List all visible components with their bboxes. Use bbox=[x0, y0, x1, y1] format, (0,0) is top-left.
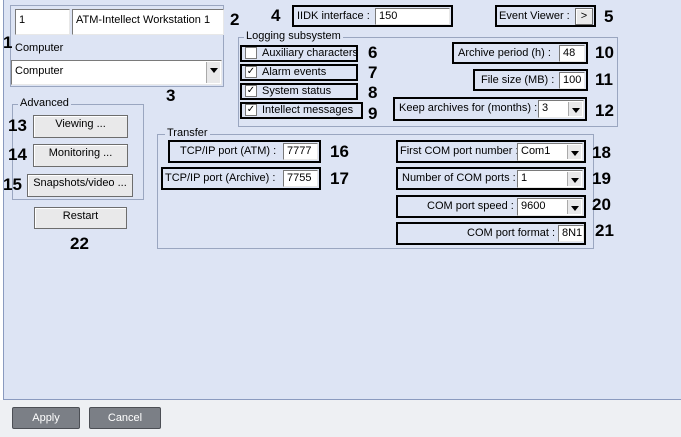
callout-17: 17 bbox=[330, 169, 349, 188]
chevron-down-icon[interactable] bbox=[567, 172, 581, 186]
auxiliary-label: Auxiliary characters bbox=[262, 47, 358, 59]
keep-archives-value: 3 bbox=[542, 102, 549, 114]
chevron-down-icon[interactable] bbox=[567, 145, 581, 159]
cancel-button[interactable]: Cancel bbox=[89, 407, 161, 429]
file-size-input[interactable]: 100 bbox=[559, 72, 585, 89]
callout-10: 10 bbox=[595, 43, 614, 62]
callout-20: 20 bbox=[592, 195, 611, 214]
restart-button[interactable]: Restart bbox=[34, 207, 127, 229]
num-com-value: 1 bbox=[521, 172, 528, 184]
logging-title: Logging subsystem bbox=[244, 30, 343, 42]
callout-3: 3 bbox=[166, 86, 176, 105]
callout-6: 6 bbox=[368, 43, 378, 62]
keep-archives-label: Keep archives for (months) : bbox=[399, 102, 538, 114]
com-format-label: COM port format : bbox=[467, 227, 556, 239]
callout-12: 12 bbox=[595, 101, 614, 120]
num-com-label: Number of COM ports : bbox=[402, 172, 516, 184]
callout-4: 4 bbox=[271, 6, 281, 25]
event-viewer-label: Event Viewer : bbox=[499, 10, 570, 22]
computer-label: Computer bbox=[15, 42, 64, 54]
callout-19: 19 bbox=[592, 169, 611, 188]
event-viewer-button[interactable]: > bbox=[575, 8, 593, 25]
archive-period-label: Archive period (h) : bbox=[458, 47, 551, 59]
callout-13: 13 bbox=[8, 116, 27, 135]
first-com-select[interactable]: Com1 bbox=[517, 143, 583, 161]
iidk-label: IIDK interface : bbox=[297, 10, 370, 22]
tcp-archive-label: TCP/IP port (Archive) : bbox=[165, 172, 276, 184]
first-com-label: First COM port number : bbox=[400, 145, 519, 157]
intellect-label: Intellect messages bbox=[262, 104, 354, 116]
viewing-button[interactable]: Viewing ... bbox=[33, 115, 128, 138]
callout-18: 18 bbox=[592, 143, 611, 162]
snapshots-button[interactable]: Snapshots/video ... bbox=[27, 174, 133, 197]
keep-archives-select[interactable]: 3 bbox=[538, 100, 584, 118]
tcp-archive-input[interactable]: 7755 bbox=[283, 170, 318, 187]
computer-select-value: Computer bbox=[15, 65, 64, 77]
callout-7: 7 bbox=[368, 63, 378, 82]
tcp-atm-label: TCP/IP port (ATM) : bbox=[180, 145, 277, 157]
callout-14: 14 bbox=[8, 145, 27, 164]
system-checkbox[interactable]: ✓ bbox=[245, 85, 257, 97]
callout-9: 9 bbox=[368, 104, 378, 123]
callout-22: 22 bbox=[70, 234, 89, 253]
chevron-down-icon[interactable] bbox=[568, 102, 582, 116]
alarm-checkbox[interactable]: ✓ bbox=[245, 66, 257, 78]
callout-21: 21 bbox=[595, 221, 614, 240]
apply-button[interactable]: Apply bbox=[12, 407, 80, 429]
alarm-label: Alarm events bbox=[262, 66, 327, 78]
callout-16: 16 bbox=[330, 142, 349, 161]
auxiliary-checkbox[interactable] bbox=[245, 47, 257, 59]
callout-1: 1 bbox=[3, 33, 13, 52]
transfer-title: Transfer bbox=[165, 127, 210, 139]
chevron-down-icon[interactable] bbox=[567, 200, 581, 214]
archive-period-input[interactable]: 48 bbox=[559, 45, 585, 62]
computer-select[interactable]: Computer bbox=[11, 60, 222, 85]
callout-8: 8 bbox=[368, 83, 378, 102]
callout-2: 2 bbox=[230, 10, 240, 29]
tcp-atm-input[interactable]: 7777 bbox=[283, 143, 318, 160]
advanced-title: Advanced bbox=[18, 97, 71, 109]
com-speed-value: 9600 bbox=[521, 200, 546, 212]
file-size-label: File size (MB) : bbox=[481, 74, 555, 86]
callout-11: 11 bbox=[595, 70, 613, 89]
iidk-input[interactable]: 150 bbox=[375, 8, 450, 25]
first-com-value: Com1 bbox=[521, 145, 551, 157]
system-label: System status bbox=[262, 85, 332, 97]
com-format-input[interactable]: 8N1 bbox=[558, 225, 584, 242]
monitoring-button[interactable]: Monitoring ... bbox=[33, 144, 128, 167]
com-speed-label: COM port speed : bbox=[427, 200, 514, 212]
num-com-select[interactable]: 1 bbox=[517, 170, 583, 188]
chevron-down-icon[interactable] bbox=[206, 62, 220, 83]
computer-name-field[interactable]: ATM-Intellect Workstation 1 bbox=[72, 9, 224, 35]
callout-15: 15 bbox=[3, 175, 22, 194]
callout-5: 5 bbox=[604, 7, 614, 26]
com-speed-select[interactable]: 9600 bbox=[517, 198, 583, 216]
intellect-checkbox[interactable]: ✓ bbox=[245, 104, 257, 116]
computer-id-field[interactable]: 1 bbox=[15, 9, 70, 35]
